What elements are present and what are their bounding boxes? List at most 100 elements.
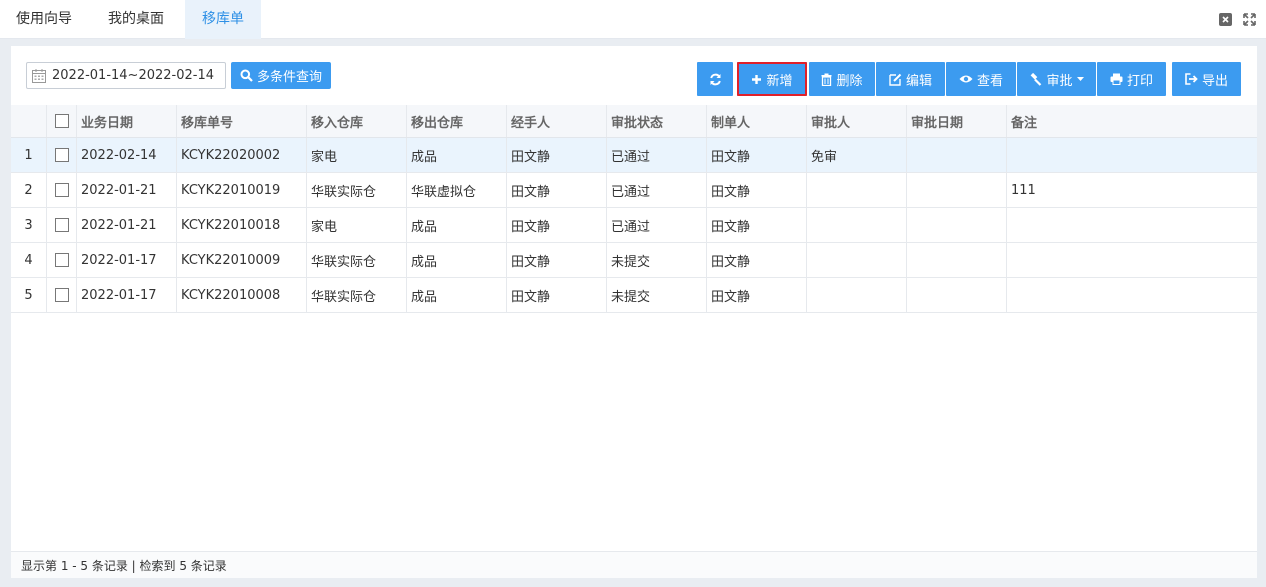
table-row[interactable]: 2 2022-01-21 KCYK22010019 华联实际仓 华联虚拟仓 田文… bbox=[11, 173, 1257, 208]
edit-icon bbox=[889, 73, 902, 86]
cell-approver: 免审 bbox=[807, 138, 907, 172]
content-area: 多条件查询 新增 删除 编辑 查看 审批 打印 bbox=[0, 39, 1266, 587]
row-checkbox[interactable] bbox=[47, 138, 77, 172]
table-row[interactable]: 3 2022-01-21 KCYK22010018 家电 成品 田文静 已通过 … bbox=[11, 208, 1257, 243]
table-row[interactable]: 1 2022-02-14 KCYK22020002 家电 成品 田文静 已通过 … bbox=[11, 138, 1257, 173]
fullscreen-icon[interactable] bbox=[1242, 12, 1256, 26]
row-index: 4 bbox=[11, 243, 47, 277]
table-row[interactable]: 4 2022-01-17 KCYK22010009 华联实际仓 成品 田文静 未… bbox=[11, 243, 1257, 278]
search-icon bbox=[240, 69, 253, 82]
refresh-button[interactable] bbox=[697, 62, 733, 96]
cell-handler: 田文静 bbox=[507, 278, 607, 312]
cell-approval-date bbox=[907, 243, 1007, 277]
cell-maker: 田文静 bbox=[707, 278, 807, 312]
row-checkbox[interactable] bbox=[47, 243, 77, 277]
export-button[interactable]: 导出 bbox=[1172, 62, 1241, 96]
cell-order-no: KCYK22010008 bbox=[177, 278, 307, 312]
plus-icon bbox=[752, 74, 762, 84]
export-label: 导出 bbox=[1201, 73, 1228, 89]
row-checkbox[interactable] bbox=[47, 173, 77, 207]
cell-in-warehouse: 华联实际仓 bbox=[307, 173, 407, 207]
checkbox-box bbox=[54, 218, 69, 232]
checkbox-box bbox=[54, 288, 69, 302]
header-maker[interactable]: 制单人 bbox=[707, 105, 807, 137]
header-remark[interactable]: 备注 bbox=[1007, 105, 1257, 137]
cell-handler: 田文静 bbox=[507, 173, 607, 207]
delete-button[interactable]: 删除 bbox=[809, 62, 875, 96]
cell-in-warehouse: 华联实际仓 bbox=[307, 278, 407, 312]
calendar-icon bbox=[32, 68, 46, 83]
edit-button[interactable]: 编辑 bbox=[876, 62, 945, 96]
date-range-input[interactable] bbox=[52, 68, 224, 83]
cell-out-warehouse: 成品 bbox=[407, 138, 507, 172]
tab-guide[interactable]: 使用向导 bbox=[0, 0, 88, 39]
header-in-warehouse[interactable]: 移入仓库 bbox=[307, 105, 407, 137]
header-handler[interactable]: 经手人 bbox=[507, 105, 607, 137]
cell-out-warehouse: 成品 bbox=[407, 278, 507, 312]
cell-approver bbox=[807, 173, 907, 207]
cell-approver bbox=[807, 243, 907, 277]
cell-biz-date: 2022-01-17 bbox=[77, 243, 177, 277]
cell-biz-date: 2022-02-14 bbox=[77, 138, 177, 172]
cell-biz-date: 2022-01-17 bbox=[77, 278, 177, 312]
cell-approval-status: 未提交 bbox=[607, 243, 707, 277]
print-button[interactable]: 打印 bbox=[1097, 62, 1166, 96]
cell-handler: 田文静 bbox=[507, 243, 607, 277]
row-checkbox[interactable] bbox=[47, 208, 77, 242]
select-all-checkbox[interactable] bbox=[47, 105, 77, 137]
edit-label: 编辑 bbox=[905, 73, 932, 89]
cell-in-warehouse: 家电 bbox=[307, 208, 407, 242]
cell-maker: 田文静 bbox=[707, 208, 807, 242]
cell-handler: 田文静 bbox=[507, 208, 607, 242]
cell-out-warehouse: 华联虚拟仓 bbox=[407, 173, 507, 207]
cell-maker: 田文静 bbox=[707, 138, 807, 172]
tab-desktop[interactable]: 我的桌面 bbox=[92, 0, 180, 39]
print-label: 打印 bbox=[1126, 73, 1153, 89]
tab-transfer-order[interactable]: 移库单 bbox=[185, 0, 261, 39]
view-button[interactable]: 查看 bbox=[946, 62, 1016, 96]
checkbox-box bbox=[54, 114, 69, 128]
header-approval-date[interactable]: 审批日期 bbox=[907, 105, 1007, 137]
close-tabs-icon[interactable] bbox=[1218, 12, 1232, 26]
table-header-row: 业务日期 移库单号 移入仓库 移出仓库 经手人 审批状态 制单人 审批人 审批日… bbox=[11, 105, 1257, 138]
cell-order-no: KCYK22020002 bbox=[177, 138, 307, 172]
transfer-table: 业务日期 移库单号 移入仓库 移出仓库 经手人 审批状态 制单人 审批人 审批日… bbox=[11, 105, 1257, 313]
cell-approval-status: 已通过 bbox=[607, 138, 707, 172]
caret-down-icon bbox=[1076, 77, 1084, 81]
multi-condition-query-button[interactable]: 多条件查询 bbox=[231, 62, 331, 89]
cell-order-no: KCYK22010019 bbox=[177, 173, 307, 207]
cell-maker: 田文静 bbox=[707, 243, 807, 277]
cell-remark: 111 bbox=[1011, 182, 1036, 198]
date-range-field[interactable] bbox=[26, 62, 226, 89]
cell-in-warehouse: 华联实际仓 bbox=[307, 243, 407, 277]
cell-approver bbox=[807, 278, 907, 312]
cell-order-no: KCYK22010009 bbox=[177, 243, 307, 277]
add-label: 新增 bbox=[766, 73, 793, 89]
checkbox-box bbox=[54, 183, 69, 197]
cell-approval-status: 已通过 bbox=[607, 208, 707, 242]
row-index: 2 bbox=[11, 173, 47, 207]
export-icon bbox=[1185, 73, 1198, 85]
cell-remark bbox=[1007, 243, 1257, 277]
approve-dropdown-button[interactable]: 审批 bbox=[1017, 62, 1096, 96]
header-biz-date[interactable]: 业务日期 bbox=[77, 105, 177, 137]
cell-approval-date bbox=[907, 278, 1007, 312]
cell-approver bbox=[807, 208, 907, 242]
row-checkbox[interactable] bbox=[47, 278, 77, 312]
table-row[interactable]: 5 2022-01-17 KCYK22010008 华联实际仓 成品 田文静 未… bbox=[11, 278, 1257, 313]
add-button[interactable]: 新增 bbox=[737, 62, 807, 96]
main-panel: 多条件查询 新增 删除 编辑 查看 审批 打印 bbox=[11, 46, 1257, 578]
header-approver[interactable]: 审批人 bbox=[807, 105, 907, 137]
header-order-no[interactable]: 移库单号 bbox=[177, 105, 307, 137]
cell-order-no: KCYK22010018 bbox=[177, 208, 307, 242]
view-label: 查看 bbox=[976, 73, 1003, 89]
header-out-warehouse[interactable]: 移出仓库 bbox=[407, 105, 507, 137]
row-index: 1 bbox=[11, 138, 47, 172]
cell-approval-status: 已通过 bbox=[607, 173, 707, 207]
row-index: 3 bbox=[11, 208, 47, 242]
header-approval-status[interactable]: 审批状态 bbox=[607, 105, 707, 137]
row-index: 5 bbox=[11, 278, 47, 312]
gavel-icon bbox=[1031, 72, 1042, 86]
cell-approval-status: 未提交 bbox=[607, 278, 707, 312]
tab-bar: 使用向导 我的桌面 移库单 bbox=[0, 0, 1266, 39]
